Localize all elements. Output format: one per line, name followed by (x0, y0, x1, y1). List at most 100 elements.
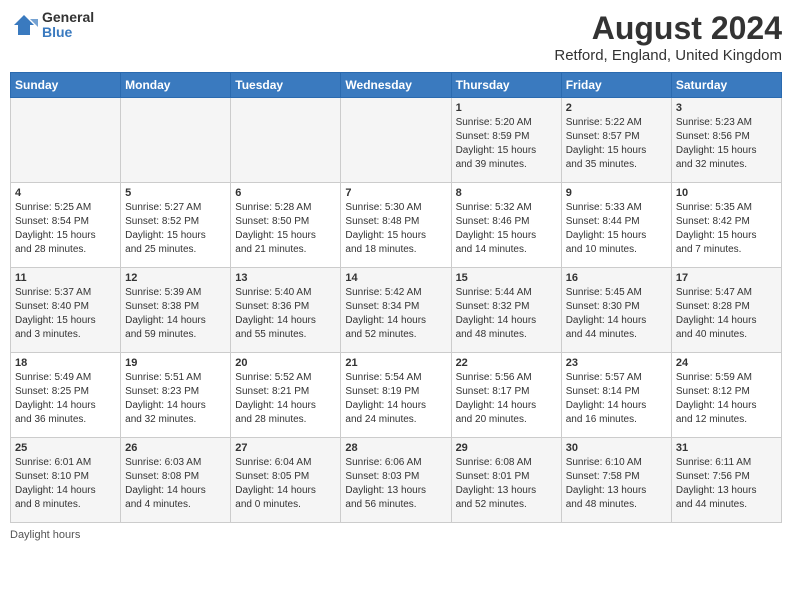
day-number: 7 (345, 187, 446, 199)
day-number: 24 (676, 357, 777, 369)
header-day: Tuesday (231, 73, 341, 98)
day-number: 25 (15, 442, 116, 454)
day-info: Sunrise: 6:11 AM Sunset: 7:56 PM Dayligh… (676, 456, 777, 512)
day-number: 18 (15, 357, 116, 369)
day-number: 12 (125, 272, 226, 284)
header-row: SundayMondayTuesdayWednesdayThursdayFrid… (11, 73, 782, 98)
day-info: Sunrise: 5:54 AM Sunset: 8:19 PM Dayligh… (345, 371, 446, 427)
calendar-cell: 18 Sunrise: 5:49 AM Sunset: 8:25 PM Dayli… (11, 353, 121, 438)
calendar-body: 1 Sunrise: 5:20 AM Sunset: 8:59 PM Daylig… (11, 98, 782, 523)
logo-general: General (42, 10, 94, 25)
calendar-cell: 26 Sunrise: 6:03 AM Sunset: 8:08 PM Dayli… (121, 438, 231, 523)
calendar-cell: 20Sunrise: 5:52 AM Sunset: 8:21 PM Dayli… (231, 353, 341, 438)
day-info: Sunrise: 5:59 AM Sunset: 8:12 PM Dayligh… (676, 371, 777, 427)
calendar-cell: 16 Sunrise: 5:45 AM Sunset: 8:30 PM Dayli… (561, 268, 671, 353)
calendar-cell: 3Sunrise: 5:23 AM Sunset: 8:56 PM Daylig… (671, 98, 781, 183)
day-info: Sunrise: 5:23 AM Sunset: 8:56 PM Dayligh… (676, 116, 777, 172)
calendar-cell (121, 98, 231, 183)
day-info: Sunrise: 5:33 AM Sunset: 8:44 PM Dayligh… (566, 201, 667, 257)
logo-blue: Blue (42, 25, 94, 40)
calendar-cell: 12Sunrise: 5:39 AM Sunset: 8:38 PM Dayli… (121, 268, 231, 353)
calendar-cell: 6Sunrise: 5:28 AM Sunset: 8:50 PM Daylig… (231, 183, 341, 268)
footer-text: Daylight hours (10, 529, 80, 541)
day-number: 17 (676, 272, 777, 284)
day-info: Sunrise: 5:42 AM Sunset: 8:34 PM Dayligh… (345, 286, 446, 342)
calendar-header: SundayMondayTuesdayWednesdayThursdayFrid… (11, 73, 782, 98)
day-number: 15 (456, 272, 557, 284)
calendar-cell: 9 Sunrise: 5:33 AM Sunset: 8:44 PM Daylig… (561, 183, 671, 268)
day-number: 10 (676, 187, 777, 199)
day-info: Sunrise: 5:20 AM Sunset: 8:59 PM Dayligh… (456, 116, 557, 172)
day-number: 1 (456, 102, 557, 114)
day-info: Sunrise: 5:56 AM Sunset: 8:17 PM Dayligh… (456, 371, 557, 427)
calendar-cell: 13Sunrise: 5:40 AM Sunset: 8:36 PM Dayli… (231, 268, 341, 353)
title-block: August 2024 Retford, England, United Kin… (554, 10, 782, 64)
calendar-cell (341, 98, 451, 183)
day-number: 23 (566, 357, 667, 369)
day-number: 9 (566, 187, 667, 199)
header-day: Saturday (671, 73, 781, 98)
calendar-cell (11, 98, 121, 183)
day-number: 19 (125, 357, 226, 369)
calendar-cell: 10 Sunrise: 5:35 AM Sunset: 8:42 PM Dayli… (671, 183, 781, 268)
day-info: Sunrise: 5:37 AM Sunset: 8:40 PM Dayligh… (15, 286, 116, 342)
calendar-week: 25 Sunrise: 6:01 AM Sunset: 8:10 PM Dayli… (11, 438, 782, 523)
header-day: Thursday (451, 73, 561, 98)
day-number: 5 (125, 187, 226, 199)
day-number: 29 (456, 442, 557, 454)
calendar-cell: 8 Sunrise: 5:32 AM Sunset: 8:46 PM Daylig… (451, 183, 561, 268)
month-year: August 2024 (554, 10, 782, 47)
day-number: 6 (235, 187, 336, 199)
day-number: 16 (566, 272, 667, 284)
day-number: 28 (345, 442, 446, 454)
day-number: 8 (456, 187, 557, 199)
calendar-cell: 21 Sunrise: 5:54 AM Sunset: 8:19 PM Dayli… (341, 353, 451, 438)
day-info: Sunrise: 5:32 AM Sunset: 8:46 PM Dayligh… (456, 201, 557, 257)
calendar-week: 1 Sunrise: 5:20 AM Sunset: 8:59 PM Daylig… (11, 98, 782, 183)
day-number: 27 (235, 442, 336, 454)
day-number: 21 (345, 357, 446, 369)
day-number: 22 (456, 357, 557, 369)
calendar-cell: 7 Sunrise: 5:30 AM Sunset: 8:48 PM Daylig… (341, 183, 451, 268)
day-info: Sunrise: 6:04 AM Sunset: 8:05 PM Dayligh… (235, 456, 336, 512)
logo-icon (10, 11, 38, 39)
header-day: Wednesday (341, 73, 451, 98)
calendar-cell: 29 Sunrise: 6:08 AM Sunset: 8:01 PM Dayli… (451, 438, 561, 523)
day-number: 13 (235, 272, 336, 284)
header-day: Sunday (11, 73, 121, 98)
calendar-cell: 11Sunrise: 5:37 AM Sunset: 8:40 PM Dayli… (11, 268, 121, 353)
day-info: Sunrise: 6:03 AM Sunset: 8:08 PM Dayligh… (125, 456, 226, 512)
calendar-cell: 31Sunrise: 6:11 AM Sunset: 7:56 PM Dayli… (671, 438, 781, 523)
day-number: 26 (125, 442, 226, 454)
day-info: Sunrise: 5:35 AM Sunset: 8:42 PM Dayligh… (676, 201, 777, 257)
day-info: Sunrise: 5:47 AM Sunset: 8:28 PM Dayligh… (676, 286, 777, 342)
day-info: Sunrise: 5:45 AM Sunset: 8:30 PM Dayligh… (566, 286, 667, 342)
day-info: Sunrise: 5:30 AM Sunset: 8:48 PM Dayligh… (345, 201, 446, 257)
day-number: 20 (235, 357, 336, 369)
logo-text: General Blue (42, 10, 94, 41)
calendar-week: 11Sunrise: 5:37 AM Sunset: 8:40 PM Dayli… (11, 268, 782, 353)
day-info: Sunrise: 5:57 AM Sunset: 8:14 PM Dayligh… (566, 371, 667, 427)
day-info: Sunrise: 5:27 AM Sunset: 8:52 PM Dayligh… (125, 201, 226, 257)
page-header: General Blue August 2024 Retford, Englan… (10, 10, 782, 64)
calendar-table: SundayMondayTuesdayWednesdayThursdayFrid… (10, 72, 782, 523)
calendar-week: 18 Sunrise: 5:49 AM Sunset: 8:25 PM Dayli… (11, 353, 782, 438)
day-number: 2 (566, 102, 667, 114)
day-info: Sunrise: 5:44 AM Sunset: 8:32 PM Dayligh… (456, 286, 557, 342)
day-info: Sunrise: 6:01 AM Sunset: 8:10 PM Dayligh… (15, 456, 116, 512)
calendar-cell: 2 Sunrise: 5:22 AM Sunset: 8:57 PM Daylig… (561, 98, 671, 183)
footer-note: Daylight hours (10, 529, 782, 541)
location: Retford, England, United Kingdom (554, 47, 782, 64)
day-number: 4 (15, 187, 116, 199)
day-info: Sunrise: 5:25 AM Sunset: 8:54 PM Dayligh… (15, 201, 116, 257)
day-info: Sunrise: 5:51 AM Sunset: 8:23 PM Dayligh… (125, 371, 226, 427)
day-info: Sunrise: 5:49 AM Sunset: 8:25 PM Dayligh… (15, 371, 116, 427)
header-day: Monday (121, 73, 231, 98)
day-info: Sunrise: 5:22 AM Sunset: 8:57 PM Dayligh… (566, 116, 667, 172)
header-day: Friday (561, 73, 671, 98)
calendar-cell: 27 Sunrise: 6:04 AM Sunset: 8:05 PM Dayli… (231, 438, 341, 523)
day-info: Sunrise: 6:08 AM Sunset: 8:01 PM Dayligh… (456, 456, 557, 512)
calendar-cell (231, 98, 341, 183)
calendar-cell: 28Sunrise: 6:06 AM Sunset: 8:03 PM Dayli… (341, 438, 451, 523)
logo: General Blue (10, 10, 94, 41)
